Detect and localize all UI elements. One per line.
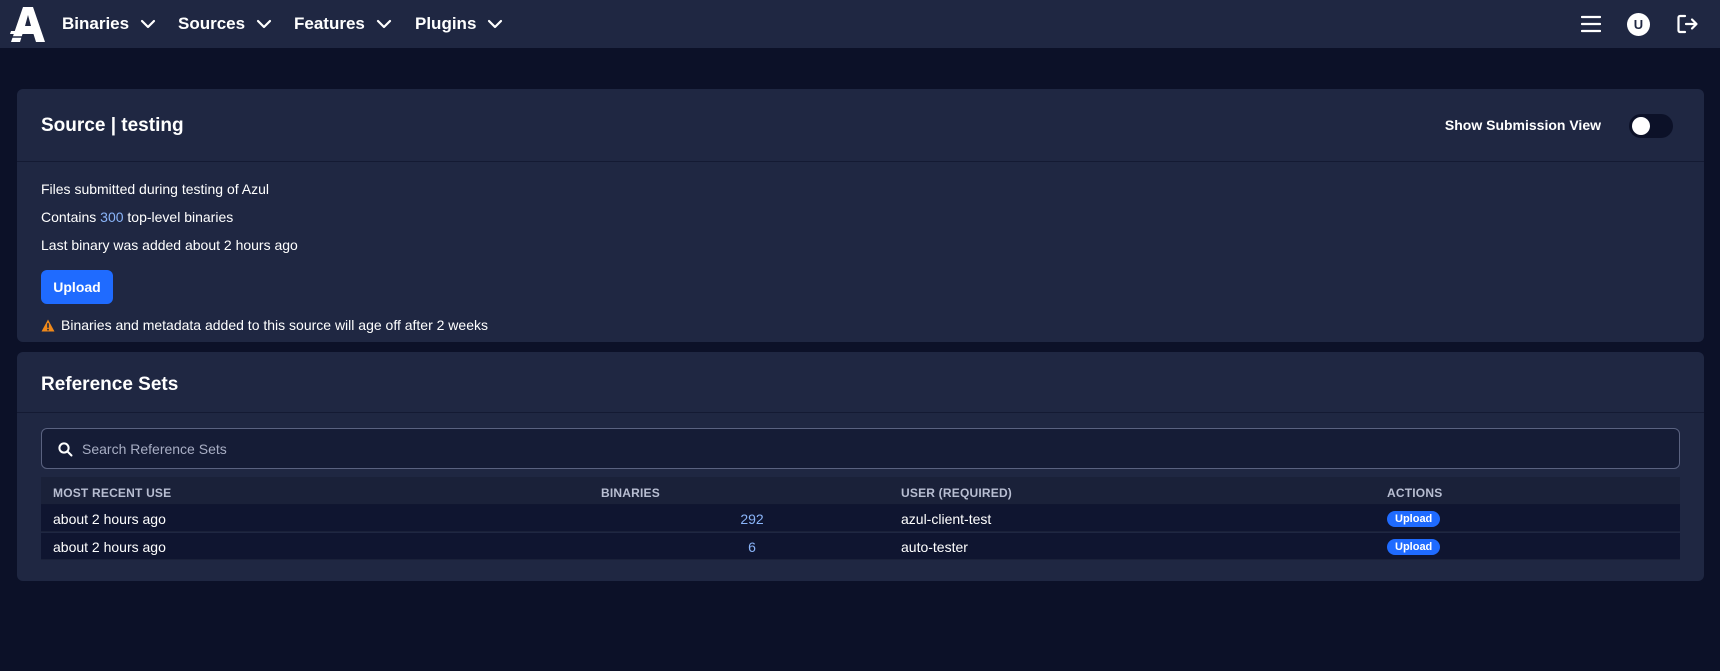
submission-view-label: Show Submission View xyxy=(1444,117,1601,133)
contains-prefix: Contains xyxy=(41,209,101,225)
nav-plugins[interactable]: Plugins xyxy=(415,0,504,48)
row-upload-button[interactable]: Upload xyxy=(1387,539,1441,555)
chevron-down-icon xyxy=(140,19,156,29)
search-input[interactable] xyxy=(82,429,1662,468)
source-card: Source | testing Show Submission View Fi… xyxy=(17,89,1704,342)
upload-button[interactable]: Upload xyxy=(41,270,113,304)
row-binaries-link[interactable]: 6 xyxy=(722,539,782,555)
reference-sets-title: Reference Sets xyxy=(41,374,179,395)
contains-suffix: top-level binaries xyxy=(123,209,234,225)
search-icon xyxy=(58,442,73,457)
nav-plugins-label: Plugins xyxy=(415,14,477,33)
column-user[interactable]: USER (REQUIRED) xyxy=(901,486,1012,500)
source-card-header: Source | testing Show Submission View xyxy=(17,89,1704,162)
reference-sets-header: Reference Sets xyxy=(17,352,1704,413)
table-row: about 2 hours ago 6 auto-tester Upload xyxy=(41,533,1680,560)
top-navbar: Binaries Sources Features Plugins U xyxy=(0,0,1720,48)
chevron-down-icon xyxy=(376,19,391,29)
table-header: MOST RECENT USE BINARIES USER (REQUIRED)… xyxy=(41,477,1680,505)
chevron-down-icon xyxy=(488,19,503,29)
page-title: Source | testing xyxy=(41,115,184,136)
menu-icon[interactable] xyxy=(1579,12,1603,36)
binary-count-link[interactable]: 300 xyxy=(100,209,123,225)
age-off-warning: Binaries and metadata added to this sour… xyxy=(41,317,488,333)
reference-sets-card: Reference Sets MOST RECENT USE BINARIES … xyxy=(17,352,1704,581)
logout-icon[interactable] xyxy=(1676,12,1700,36)
row-recent-use: about 2 hours ago xyxy=(53,511,166,527)
nav-sources-label: Sources xyxy=(178,14,246,33)
chevron-down-icon xyxy=(256,19,272,29)
user-avatar[interactable]: U xyxy=(1627,13,1650,36)
column-binaries[interactable]: BINARIES xyxy=(601,486,660,500)
binary-count-line: Contains 300 top-level binaries xyxy=(41,209,233,225)
table-row: about 2 hours ago 292 azul-client-test U… xyxy=(41,505,1680,532)
row-user: azul-client-test xyxy=(901,511,992,527)
source-description: Files submitted during testing of Azul xyxy=(41,181,270,197)
nav-binaries-label: Binaries xyxy=(62,14,130,33)
nav-features[interactable]: Features xyxy=(294,0,393,48)
nav-binaries[interactable]: Binaries xyxy=(62,0,157,48)
toggle-knob xyxy=(1632,117,1650,135)
warning-icon xyxy=(41,319,55,331)
row-user: auto-tester xyxy=(901,539,968,555)
row-binaries-link[interactable]: 292 xyxy=(722,511,782,527)
warning-text: Binaries and metadata added to this sour… xyxy=(61,317,488,333)
azul-logo[interactable] xyxy=(8,4,48,44)
nav-sources[interactable]: Sources xyxy=(178,0,273,48)
nav-features-label: Features xyxy=(294,14,365,33)
column-actions: ACTIONS xyxy=(1387,486,1443,500)
last-added-text: Last binary was added about 2 hours ago xyxy=(41,237,298,253)
column-most-recent-use[interactable]: MOST RECENT USE xyxy=(53,486,171,500)
row-upload-button[interactable]: Upload xyxy=(1387,511,1441,527)
submission-view-toggle[interactable] xyxy=(1629,114,1673,138)
search-box xyxy=(41,428,1680,469)
row-recent-use: about 2 hours ago xyxy=(53,539,166,555)
